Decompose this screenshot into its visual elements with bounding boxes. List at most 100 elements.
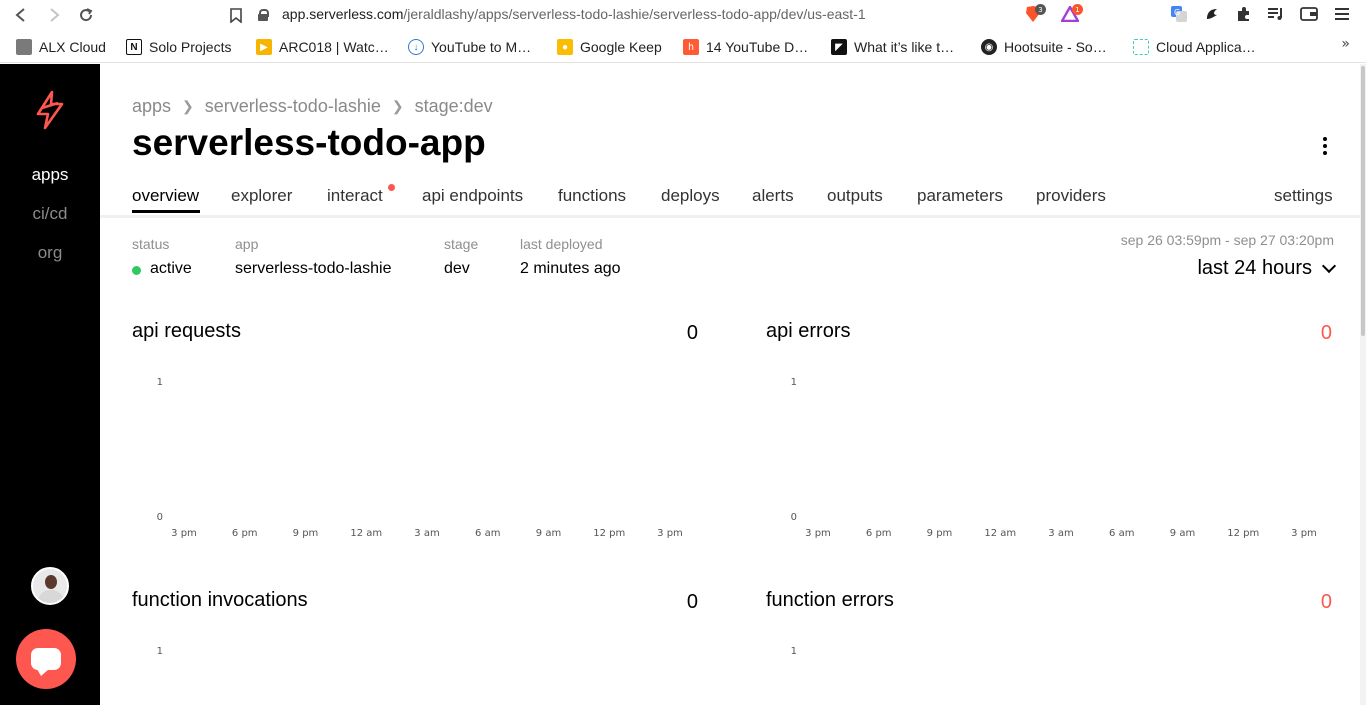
menu-icon[interactable] (1331, 3, 1353, 25)
wallet-icon[interactable] (1298, 3, 1320, 25)
last-deployed-value: 2 minutes ago (520, 260, 621, 277)
download-icon: ↓ (408, 39, 424, 55)
forward-icon[interactable] (43, 4, 65, 26)
tab-settings[interactable]: settings (1274, 186, 1333, 206)
stage-value: dev (444, 260, 470, 277)
bookmark-item[interactable]: ● Google Keep (557, 37, 662, 57)
bookmark-label: 14 YouTube D… (706, 39, 809, 55)
brave-shield-icon[interactable]: 3 (1022, 3, 1046, 25)
owl-icon: ◉ (981, 39, 997, 55)
extension-icon-swirl[interactable] (1201, 3, 1223, 25)
translate-icon[interactable]: G (1168, 3, 1190, 25)
bookmark-item[interactable]: h 14 YouTube D… (683, 37, 808, 57)
notion-icon: N (126, 39, 142, 55)
back-icon[interactable] (10, 4, 32, 26)
browser-toolbar: app.serverless.com/jeraldlashy/apps/serv… (0, 0, 1366, 30)
serverless-logo-icon[interactable] (34, 90, 66, 130)
folder-icon (16, 39, 32, 55)
bookmark-label: YouTube to M… (431, 39, 532, 55)
x-tick-label: 6 pm (232, 528, 258, 539)
tab-functions[interactable]: functions (558, 186, 626, 206)
breadcrumb: apps ❯ serverless-todo-lashie ❯ stage:de… (132, 96, 493, 117)
chevron-down-icon (1321, 258, 1337, 273)
x-tick-label: 12 pm (1227, 528, 1259, 539)
avatar[interactable] (31, 567, 69, 605)
y-tick-label: 1 (791, 646, 797, 657)
time-period-select[interactable]: last 24 hours (1197, 257, 1337, 280)
tab-explorer[interactable]: explorer (231, 186, 292, 206)
tab-overview[interactable]: overview (132, 186, 199, 206)
reload-icon[interactable] (75, 4, 97, 26)
x-tick-label: 9 am (536, 528, 561, 539)
bookmark-label: ALX Cloud (39, 39, 106, 55)
chart-plot: 1 (791, 646, 797, 657)
notification-dot (388, 184, 395, 191)
arc-icon: ▶ (256, 39, 272, 55)
media-queue-icon[interactable] (1265, 3, 1287, 25)
keep-icon: ● (557, 39, 573, 55)
chart-title: function invocations (132, 589, 308, 611)
y-tick-label: 1 (791, 377, 797, 388)
bookmark-item[interactable]: ↓ YouTube to M… (408, 37, 531, 57)
chart-plot: 1 (157, 646, 163, 657)
hubspot-icon: h (683, 39, 699, 55)
tab-outputs[interactable]: outputs (827, 186, 883, 206)
status-label: status (132, 236, 170, 252)
bookmark-item[interactable]: ALX Cloud (16, 37, 106, 57)
tab-divider (100, 215, 1360, 218)
chevron-right-icon: ❯ (182, 98, 194, 114)
bookmark-label: What it’s like t… (854, 39, 955, 55)
chart-title: api requests (132, 320, 241, 342)
chart-plot: 1 0 3 pm 6 pm 9 pm 12 am 3 am 6 am 9 am 12 pm 3 pm (157, 377, 683, 539)
x-tick-label: 12 am (984, 528, 1016, 539)
sidebar-item-cicd[interactable]: ci/cd (0, 204, 100, 224)
sidebar-item-apps[interactable]: apps (0, 165, 100, 185)
bookmarks-more-button[interactable]: » (1341, 36, 1350, 52)
address-bar[interactable]: app.serverless.com/jeraldlashy/apps/serv… (258, 2, 1018, 26)
chart-total: 0 (1320, 322, 1332, 344)
chart-title: api errors (766, 320, 851, 342)
breadcrumb-stage[interactable]: stage:dev (415, 96, 493, 117)
tab-providers[interactable]: providers (1036, 186, 1106, 206)
chart-total: 0 (686, 591, 698, 613)
chevron-right-icon: ❯ (391, 98, 404, 114)
x-tick-label: 3 pm (657, 528, 683, 539)
url-path: /jeraldlashy/apps/serverless-todo-lashie… (403, 6, 866, 22)
app-value: serverless-todo-lashie (235, 260, 392, 277)
svg-text:G: G (1174, 8, 1180, 17)
bookmark-label: Cloud Applica… (1156, 39, 1256, 55)
tab-parameters[interactable]: parameters (917, 186, 1003, 206)
tab-deploys[interactable]: deploys (661, 186, 720, 206)
sidebar-item-org[interactable]: org (0, 243, 100, 263)
x-tick-label: 3 am (1048, 528, 1073, 539)
brave-rewards-badge: 1 (1072, 4, 1083, 15)
chat-button[interactable] (16, 629, 76, 689)
breadcrumb-app[interactable]: serverless-todo-lashie (205, 96, 381, 117)
dashed-box-icon (1133, 39, 1149, 55)
more-options-icon[interactable] (1322, 137, 1328, 157)
chart-title: function errors (766, 589, 894, 611)
status-indicator-icon (132, 266, 141, 275)
bookmark-icon[interactable] (225, 4, 247, 26)
tab-api-endpoints[interactable]: api endpoints (422, 186, 523, 206)
bookmark-item[interactable]: N Solo Projects (126, 37, 231, 57)
x-tick-label: 6 am (1109, 528, 1134, 539)
puzzle-extensions-icon[interactable] (1233, 3, 1255, 25)
bookmark-label: ARC018 | Watc… (279, 39, 389, 55)
bookmark-item[interactable]: ▶ ARC018 | Watc… (256, 37, 389, 57)
bookmark-item[interactable]: ◉ Hootsuite - So… (981, 37, 1107, 57)
bookmark-item[interactable]: Cloud Applica… (1133, 37, 1256, 57)
breadcrumb-apps[interactable]: apps (132, 96, 171, 117)
chart-api-requests: api requests 0 1 0 3 pm 6 pm 9 pm 12 am 3 am 6 … (132, 320, 698, 550)
bookmark-item[interactable]: ◤ What it’s like t… (831, 37, 954, 57)
chat-bubble-icon (31, 648, 61, 676)
tab-alerts[interactable]: alerts (752, 186, 794, 206)
scrollbar-thumb[interactable] (1361, 66, 1365, 336)
brave-rewards-icon[interactable]: 1 (1059, 3, 1083, 25)
tab-interact[interactable]: interact (327, 186, 383, 206)
brave-shield-badge: 3 (1035, 4, 1046, 15)
chart-function-invocations: function invocations 0 1 (132, 589, 698, 705)
y-tick-label: 1 (157, 377, 163, 388)
active-tab-indicator (132, 210, 200, 213)
x-tick-label: 3 pm (171, 528, 197, 539)
